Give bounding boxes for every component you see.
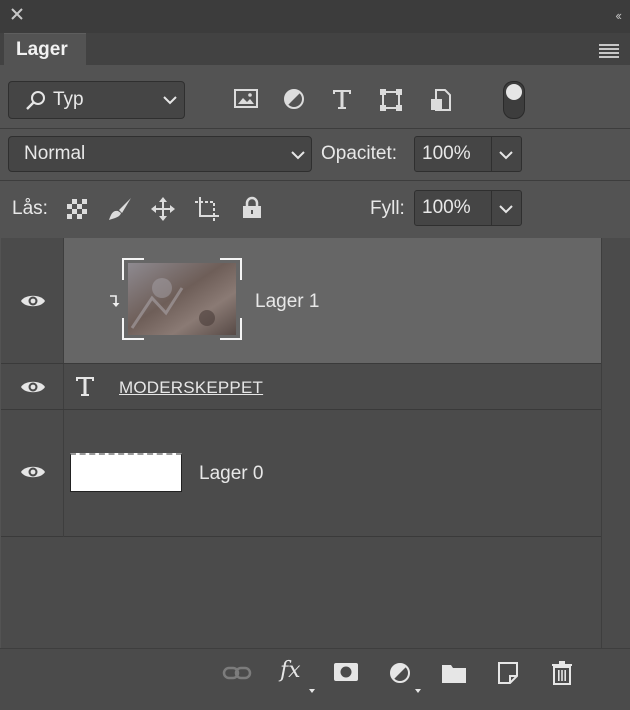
opacity-field[interactable]: 100% (414, 136, 522, 172)
fill-dropdown-icon[interactable] (499, 204, 513, 214)
layers-footer-toolbar: fx (0, 648, 630, 710)
lock-position-icon[interactable] (150, 196, 176, 222)
collapse-panel-icon[interactable]: ‹‹ (615, 8, 622, 23)
filter-type-select[interactable]: Typ (8, 81, 185, 119)
image-filter-icon[interactable] (234, 88, 260, 110)
layer-visibility-toggle[interactable] (1, 238, 64, 363)
filter-type-value: Typ (53, 89, 84, 110)
opacity-label: Opacitet: (321, 143, 398, 164)
close-icon[interactable] (9, 6, 27, 24)
layer-thumbnail[interactable] (122, 258, 242, 340)
fill-value: 100% (422, 197, 471, 218)
shape-filter-icon[interactable] (379, 88, 403, 112)
new-adjustment-icon[interactable] (389, 662, 411, 684)
blend-mode-select[interactable]: Normal (8, 136, 312, 172)
lock-image-pixels-icon[interactable] (107, 196, 133, 222)
layers-scrollbar[interactable] (601, 238, 630, 648)
tab-layers-label: Lager (16, 39, 68, 60)
lock-label: Lås: (12, 198, 48, 219)
link-layers-icon[interactable] (222, 664, 252, 682)
layer-name[interactable]: MODERSKEPPET (119, 378, 263, 398)
smart-object-filter-icon[interactable] (430, 88, 452, 112)
chevron-down-icon (163, 95, 177, 105)
layer-name[interactable]: Lager 1 (255, 291, 319, 313)
blend-mode-value: Normal (24, 143, 86, 164)
layer-visibility-toggle[interactable] (1, 410, 64, 536)
layer-row-lager-0[interactable]: Lager 0 (1, 410, 601, 537)
panel-menu-icon[interactable] (599, 44, 619, 58)
delete-icon[interactable] (551, 660, 573, 686)
opacity-value: 100% (422, 143, 471, 164)
type-layer-icon (75, 375, 95, 397)
layers-list: Lager 1 MODERSKEPPET Lager 0 (1, 238, 601, 648)
tab-layers[interactable]: Lager (4, 33, 86, 67)
eye-icon[interactable] (20, 378, 46, 396)
fill-field[interactable]: 100% (414, 190, 522, 226)
lock-all-icon[interactable] (241, 196, 263, 220)
panel-header-bar: ‹‹ (0, 0, 630, 34)
layer-row-moderskeppet[interactable]: MODERSKEPPET (1, 364, 601, 410)
fill-label: Fyll: (370, 198, 405, 219)
layer-visibility-toggle[interactable] (1, 364, 64, 409)
layer-thumbnail[interactable] (70, 453, 182, 492)
adjustment-filter-icon[interactable] (283, 88, 305, 110)
opacity-dropdown-icon[interactable] (499, 150, 513, 160)
add-mask-icon[interactable] (333, 662, 359, 682)
new-layer-icon[interactable] (497, 661, 519, 685)
search-icon (25, 90, 47, 112)
new-group-icon[interactable] (441, 662, 467, 684)
fx-icon[interactable]: fx (280, 658, 301, 683)
eye-icon[interactable] (20, 463, 46, 481)
layer-name[interactable]: Lager 0 (199, 463, 263, 485)
eye-icon[interactable] (20, 292, 46, 310)
lock-transparent-pixels-icon[interactable] (66, 198, 88, 220)
filter-toggle-switch[interactable] (503, 81, 525, 119)
lock-artboard-icon[interactable] (194, 196, 220, 222)
layer-row-lager-1[interactable]: Lager 1 (1, 238, 601, 364)
type-filter-icon[interactable] (331, 88, 353, 110)
tab-row: Lager (0, 33, 630, 67)
clipping-mask-icon (108, 295, 120, 309)
chevron-down-icon (291, 150, 305, 160)
